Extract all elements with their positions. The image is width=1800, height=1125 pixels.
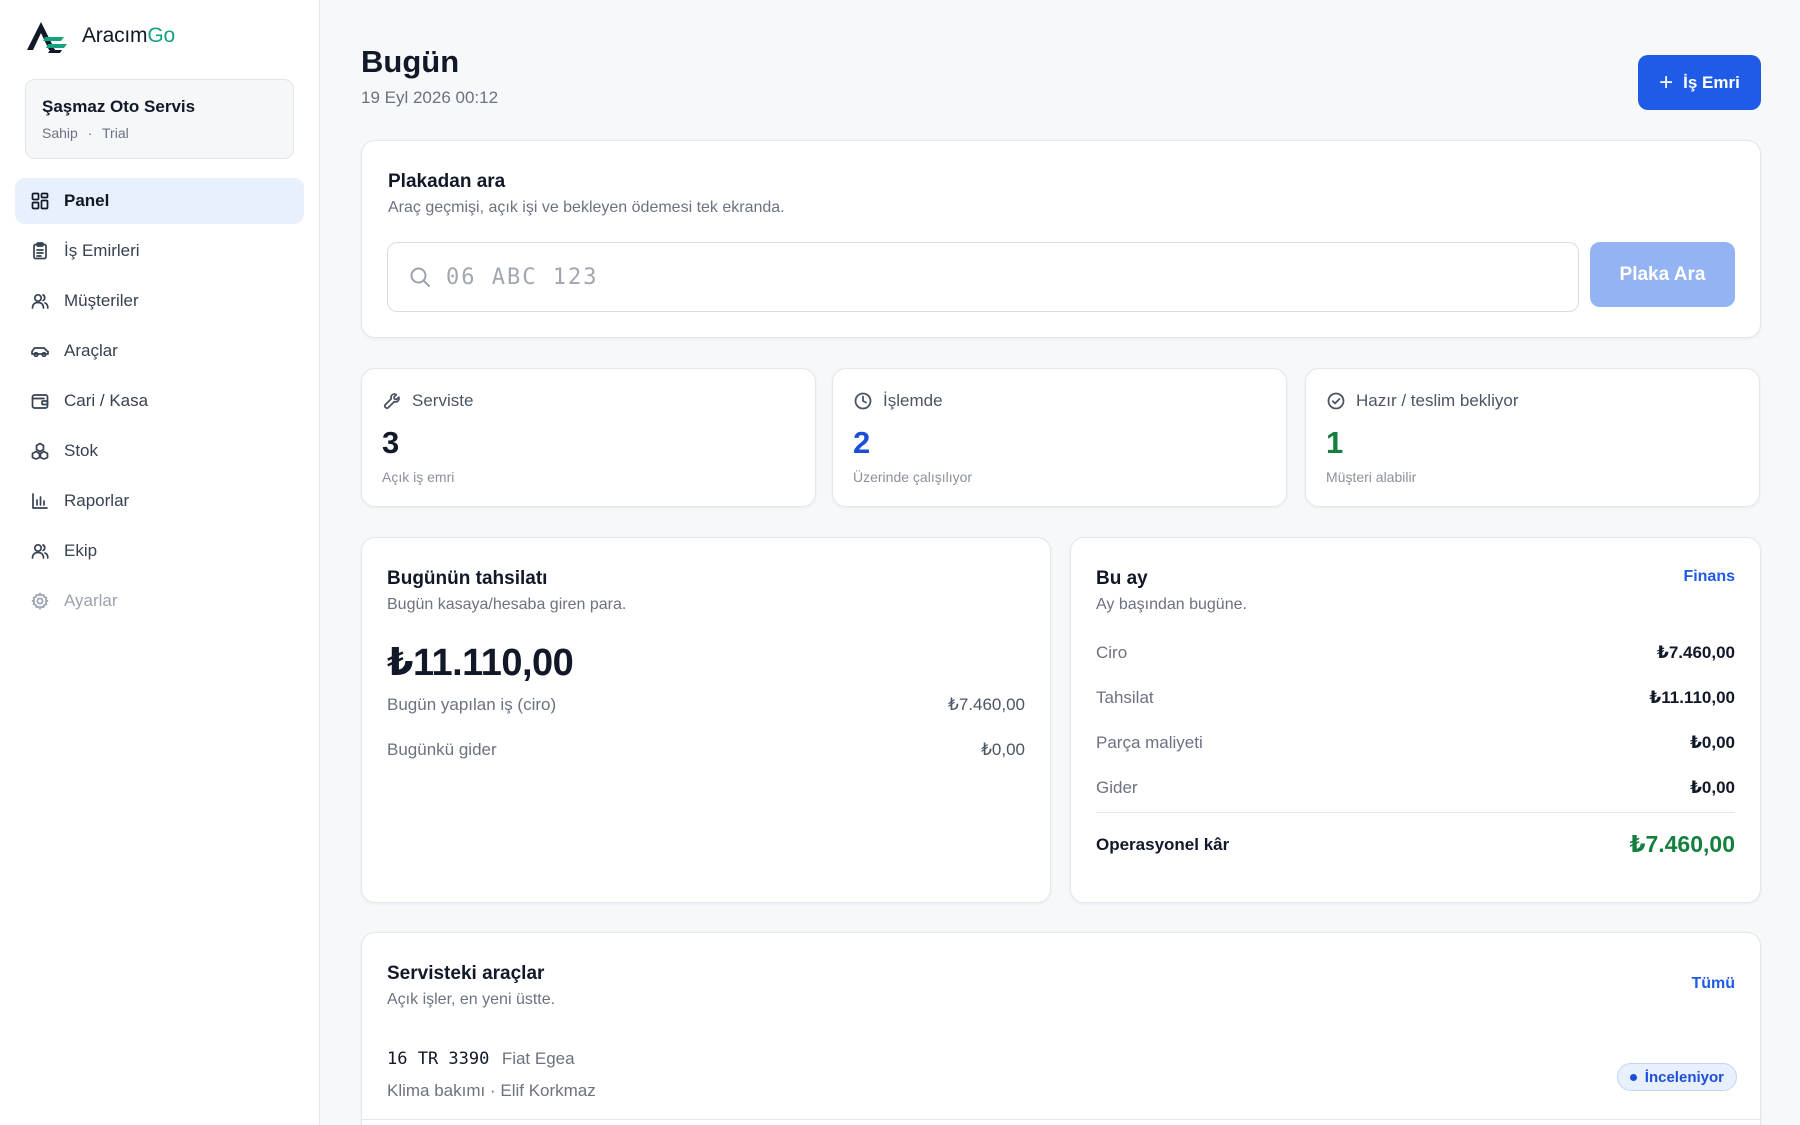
finance-link[interactable]: Finans [1683, 568, 1735, 586]
sidebar-item-reports[interactable]: Raporlar [15, 478, 304, 524]
stat-caption: Müşteri alabilir [1326, 469, 1417, 485]
sidebar-item-label: Ayarlar [64, 591, 118, 610]
stat-value: 1 [1326, 425, 1344, 460]
plate-search-field[interactable] [387, 242, 1579, 312]
team-icon [30, 541, 50, 561]
plate-search-input[interactable] [446, 264, 1546, 290]
month-collection-row: Tahsilat ₺11.110,00 [1096, 687, 1735, 707]
divider [362, 1119, 1762, 1120]
vehicles-in-service-card: Servisteki araçlar Açık işler, en yeni ü… [361, 932, 1762, 1125]
stat-ready-for-delivery[interactable]: Hazır / teslim bekliyor 1 Müşteri alabil… [1305, 368, 1760, 507]
stat-caption: Açık iş emri [382, 469, 455, 485]
month-expense-row: Gider ₺0,00 [1096, 777, 1735, 797]
sidebar-item-panel[interactable]: Panel [15, 178, 304, 224]
org-name: Şaşmaz Oto Servis [42, 97, 196, 116]
new-work-order-label: İş Emri [1683, 72, 1740, 92]
new-work-order-button[interactable]: + İş Emri [1638, 55, 1761, 110]
org-meta: Sahip · Trial [42, 125, 129, 141]
stat-label: Serviste [412, 391, 474, 410]
status-dot-icon [1629, 1073, 1637, 1081]
sidebar-item-settings[interactable]: Ayarlar [15, 578, 304, 624]
bar-chart-icon [30, 491, 50, 511]
page-date: 19 Eyl 2026 00:12 [361, 88, 499, 107]
brand-logo-icon [27, 22, 67, 53]
clipboard-icon [30, 241, 50, 261]
users-icon [30, 291, 50, 311]
all-vehicles-link[interactable]: Tümü [1691, 975, 1735, 993]
stat-label: İşlemde [883, 391, 943, 410]
month-revenue-row: Ciro ₺7.460,00 [1096, 642, 1735, 662]
sidebar-item-stock[interactable]: Stok [15, 428, 304, 474]
car-icon [30, 341, 50, 361]
sidebar-nav: Panel İş Emirleri Müşteriler Araçlar Car… [15, 178, 304, 628]
sidebar-item-label: Ekip [64, 541, 98, 560]
clock-icon [854, 392, 872, 410]
this-month-title: Bu ay [1096, 568, 1148, 589]
plate-search-card: Plakadan ara Araç geçmişi, açık işi ve b… [361, 140, 1761, 338]
vehicle-model: Fiat Egea [501, 1049, 575, 1068]
search-icon [410, 267, 430, 287]
check-circle-icon [1327, 392, 1345, 410]
sidebar-item-work-orders[interactable]: İş Emirleri [15, 228, 304, 274]
this-month-rows: Ciro ₺7.460,00 Tahsilat ₺11.110,00 Parça… [1096, 630, 1735, 876]
sidebar-item-label: Müşteriler [64, 291, 139, 310]
today-collection-subtitle: Bugün kasaya/hesaba giren para. [387, 596, 627, 613]
vehicles-title: Servisteki araçlar [387, 963, 545, 984]
boxes-icon [30, 441, 50, 461]
operational-profit-row: Operasyonel kâr ₺7.460,00 [1096, 831, 1735, 857]
sidebar-item-accounts-cash[interactable]: Cari / Kasa [15, 378, 304, 424]
today-expense-row: Bugünkü gider ₺0,00 [387, 740, 1025, 759]
today-collection-card: Bugünün tahsilatı Bugün kasaya/hesaba gi… [361, 537, 1051, 903]
status-badge: İnceleniyor [1616, 1063, 1737, 1091]
plate-search-subtitle: Araç geçmişi, açık işi ve bekleyen ödeme… [388, 199, 785, 216]
sidebar-item-label: Raporlar [64, 491, 130, 510]
stat-in-progress[interactable]: İşlemde 2 Üzerinde çalışılıyor [832, 368, 1287, 507]
sidebar-item-label: Stok [64, 441, 99, 460]
wrench-icon [383, 393, 400, 410]
month-parts-cost-row: Parça maliyeti ₺0,00 [1096, 732, 1735, 752]
org-plan: Trial [102, 125, 129, 141]
stat-label: Hazır / teslim bekliyor [1356, 391, 1519, 410]
sidebar-item-label: Cari / Kasa [64, 391, 149, 410]
sidebar: AracımGo Şaşmaz Oto Servis Sahip · Trial… [0, 0, 320, 1125]
sidebar-item-vehicles[interactable]: Araçlar [15, 328, 304, 374]
today-collection-title: Bugünün tahsilatı [387, 568, 548, 589]
plate-search-button[interactable]: Plaka Ara [1590, 242, 1735, 307]
this-month-card: Bu ay Ay başından bugüne. Finans Ciro ₺7… [1070, 537, 1761, 903]
vehicle-job-detail: Klima bakımı · Elif Korkmaz [387, 1081, 596, 1100]
plus-icon: + [1659, 68, 1674, 96]
sidebar-item-label: İş Emirleri [64, 241, 140, 260]
stat-value: 2 [853, 425, 871, 460]
brand-name: AracımGo [82, 24, 175, 47]
page-title: Bugün [361, 44, 460, 79]
vehicles-subtitle: Açık işler, en yeni üstte. [387, 991, 556, 1008]
vehicle-list-item[interactable]: 16 TR 3390 Fiat Egea Klima bakımı · Elif… [387, 1049, 1737, 1101]
stat-in-service[interactable]: Serviste 3 Açık iş emri [361, 368, 816, 507]
vehicle-plate: 16 TR 3390 [387, 1049, 490, 1069]
today-revenue-row: Bugün yapılan iş (ciro) ₺7.460,00 [387, 695, 1025, 714]
org-role: Sahip [42, 125, 78, 141]
stat-caption: Üzerinde çalışılıyor [853, 469, 973, 485]
this-month-subtitle: Ay başından bugüne. [1096, 596, 1247, 613]
sidebar-item-customers[interactable]: Müşteriler [15, 278, 304, 324]
plate-search-title: Plakadan ara [388, 171, 506, 192]
stat-value: 3 [382, 425, 400, 460]
sidebar-item-label: Panel [64, 191, 110, 210]
today-collection-amount: ₺11.110,00 [387, 642, 574, 684]
dashboard-icon [30, 191, 50, 211]
wallet-icon [30, 391, 50, 411]
gear-icon [30, 591, 50, 611]
brand-logo[interactable]: AracımGo [24, 18, 175, 54]
org-switcher[interactable]: Şaşmaz Oto Servis Sahip · Trial [25, 79, 294, 159]
sidebar-item-team[interactable]: Ekip [15, 528, 304, 574]
sidebar-item-label: Araçlar [64, 341, 118, 360]
